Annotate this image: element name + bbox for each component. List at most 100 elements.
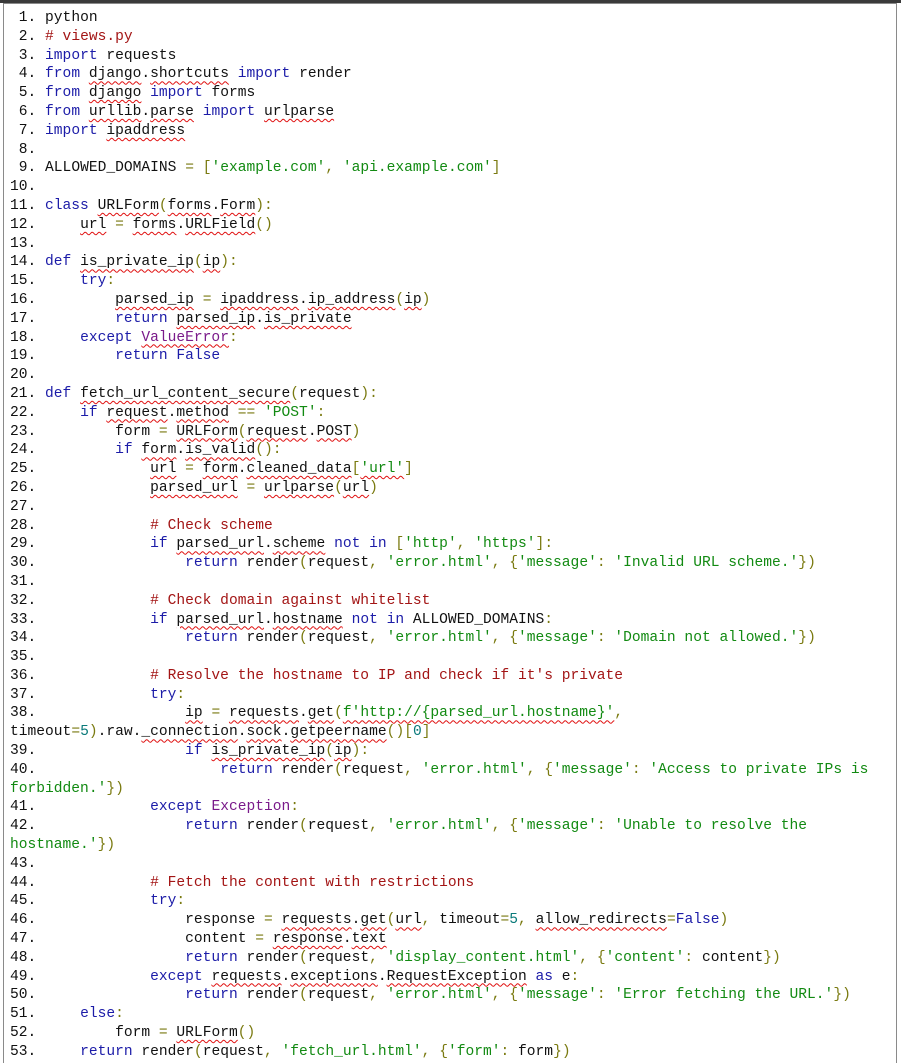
code-line-22[interactable]: 22. if request.method == 'POST': xyxy=(10,404,896,423)
line-number: 52. xyxy=(10,1025,46,1042)
line-number: 50. xyxy=(10,987,46,1004)
code-line-32[interactable]: 32. # Check domain against whitelist xyxy=(10,592,896,611)
code-line-18[interactable]: 18. except ValueError: xyxy=(10,329,896,348)
code-line-33[interactable]: 33. if parsed_url.hostname not in ALLOWE… xyxy=(10,611,896,630)
identifier: shortcuts xyxy=(150,66,229,83)
code-line-12[interactable]: 12. url = forms.URLField() xyxy=(10,216,896,235)
code-line-40[interactable]: 40. return render(request, 'error.html',… xyxy=(10,761,896,799)
code-line-52[interactable]: 52. form = URLForm() xyxy=(10,1024,896,1043)
line-number: 7. xyxy=(10,122,46,139)
identifier: request xyxy=(307,555,370,572)
code-line-3[interactable]: 3. import requests xyxy=(10,47,896,66)
code-line-46[interactable]: 46. response = requests.get(url, timeout… xyxy=(10,911,896,930)
identifier: django xyxy=(88,66,142,83)
code-line-35[interactable]: 35. xyxy=(10,648,896,667)
line-number: 8. xyxy=(10,141,46,158)
code-line-44[interactable]: 44. # Fetch the content with restriction… xyxy=(10,874,896,893)
code-line-38[interactable]: 38. ip = requests.get(f'http://{parsed_u… xyxy=(10,704,896,742)
identifier: timeout xyxy=(10,724,72,741)
code-line-42[interactable]: 42. return render(request, 'error.html',… xyxy=(10,817,896,855)
code-line-36[interactable]: 36. # Resolve the hostname to IP and che… xyxy=(10,667,896,686)
code-line-31[interactable]: 31. xyxy=(10,573,896,592)
identifier: ipaddress xyxy=(106,122,186,139)
code-line-2[interactable]: 2. # views.py xyxy=(10,28,896,47)
identifier: ip xyxy=(404,291,422,308)
code-line-45[interactable]: 45. try: xyxy=(10,892,896,911)
line-number: 36. xyxy=(10,667,46,684)
punctuation: { xyxy=(596,949,606,966)
code-line-6[interactable]: 6. from urllib.parse import urlparse xyxy=(10,103,896,122)
code-line-51[interactable]: 51. else: xyxy=(10,1005,896,1024)
identifier: timeout xyxy=(439,912,501,929)
code-line-50[interactable]: 50. return render(request, 'error.html',… xyxy=(10,986,896,1005)
code-token: . xyxy=(299,291,308,308)
code-line-37[interactable]: 37. try: xyxy=(10,686,896,705)
code-line-8[interactable]: 8. xyxy=(10,141,896,160)
code-line-25[interactable]: 25. url = form.cleaned_data['url'] xyxy=(10,460,896,479)
line-number: 40. xyxy=(10,761,46,778)
code-line-5[interactable]: 5. from django import forms xyxy=(10,84,896,103)
code-line-48[interactable]: 48. return render(request, 'display_cont… xyxy=(10,949,896,968)
code-line-7[interactable]: 7. import ipaddress xyxy=(10,122,896,141)
keyword: if xyxy=(80,404,98,421)
code-token: . xyxy=(342,931,352,948)
code-line-30[interactable]: 30. return render(request, 'error.html',… xyxy=(10,554,896,573)
identifier: URLForm xyxy=(97,197,159,214)
code-line-14[interactable]: 14. def is_private_ip(ip): xyxy=(10,253,896,272)
code-line-24[interactable]: 24. if form.is_valid(): xyxy=(10,441,896,460)
code-line-43[interactable]: 43. xyxy=(10,855,896,874)
code-line-9[interactable]: 9. ALLOWED_DOMAINS = ['example.com', 'ap… xyxy=(10,159,896,178)
string-literal: 'POST' xyxy=(264,404,317,421)
punctuation: ( xyxy=(299,949,308,966)
identifier: content xyxy=(185,931,247,948)
code-line-13[interactable]: 13. xyxy=(10,235,896,254)
code-line-11[interactable]: 11. class URLForm(forms.Form): xyxy=(10,197,896,216)
punctuation: : xyxy=(316,404,326,421)
punctuation: ( xyxy=(255,442,264,459)
code-line-17[interactable]: 17. return parsed_ip.is_private xyxy=(10,310,896,329)
identifier: form xyxy=(115,1025,151,1042)
code-line-16[interactable]: 16. parsed_ip = ipaddress.ip_address(ip) xyxy=(10,291,896,310)
keyword: False xyxy=(675,912,720,929)
code-line-53[interactable]: 53. return render(request, 'fetch_url.ht… xyxy=(10,1043,896,1062)
code-line-15[interactable]: 15. try: xyxy=(10,272,896,291)
code-line-4[interactable]: 4. from django.shortcuts import render xyxy=(10,65,896,84)
identifier: get xyxy=(360,912,387,929)
code-line-10[interactable]: 10. xyxy=(10,178,896,197)
code-line-49[interactable]: 49. except requests.exceptions.RequestEx… xyxy=(10,968,896,987)
code-line-19[interactable]: 19. return False xyxy=(10,347,896,366)
line-number: 31. xyxy=(10,573,46,590)
code-line-47[interactable]: 47. content = response.text xyxy=(10,930,896,949)
punctuation: } xyxy=(553,1043,562,1060)
punctuation: } xyxy=(798,555,808,572)
punctuation: = xyxy=(263,912,273,929)
code-line-21[interactable]: 21. def fetch_url_content_secure(request… xyxy=(10,385,896,404)
code-line-1[interactable]: 1. python xyxy=(10,9,896,28)
code-comment: # Check scheme xyxy=(150,517,273,534)
code-editor[interactable]: 1. python 2. # views.py 3. import reques… xyxy=(10,9,896,1062)
code-token: . xyxy=(176,216,186,233)
code-line-27[interactable]: 27. xyxy=(10,498,896,517)
code-line-28[interactable]: 28. # Check scheme xyxy=(10,517,896,536)
code-line-39[interactable]: 39. if is_private_ip(ip): xyxy=(10,742,896,761)
identifier: python xyxy=(45,10,98,26)
code-line-29[interactable]: 29. if parsed_url.scheme not in ['http',… xyxy=(10,535,896,554)
string-literal: 'example.com' xyxy=(211,160,326,177)
punctuation: ( xyxy=(395,291,405,308)
code-line-26[interactable]: 26. parsed_url = urlparse(url) xyxy=(10,479,896,498)
code-line-20[interactable]: 20. xyxy=(10,366,896,385)
code-line-41[interactable]: 41. except Exception: xyxy=(10,798,896,817)
punctuation: , xyxy=(369,818,378,835)
code-line-23[interactable]: 23. form = URLForm(request.POST) xyxy=(10,423,896,442)
exception-class: Exception xyxy=(211,799,291,816)
code-line-34[interactable]: 34. return render(request, 'error.html',… xyxy=(10,629,896,648)
